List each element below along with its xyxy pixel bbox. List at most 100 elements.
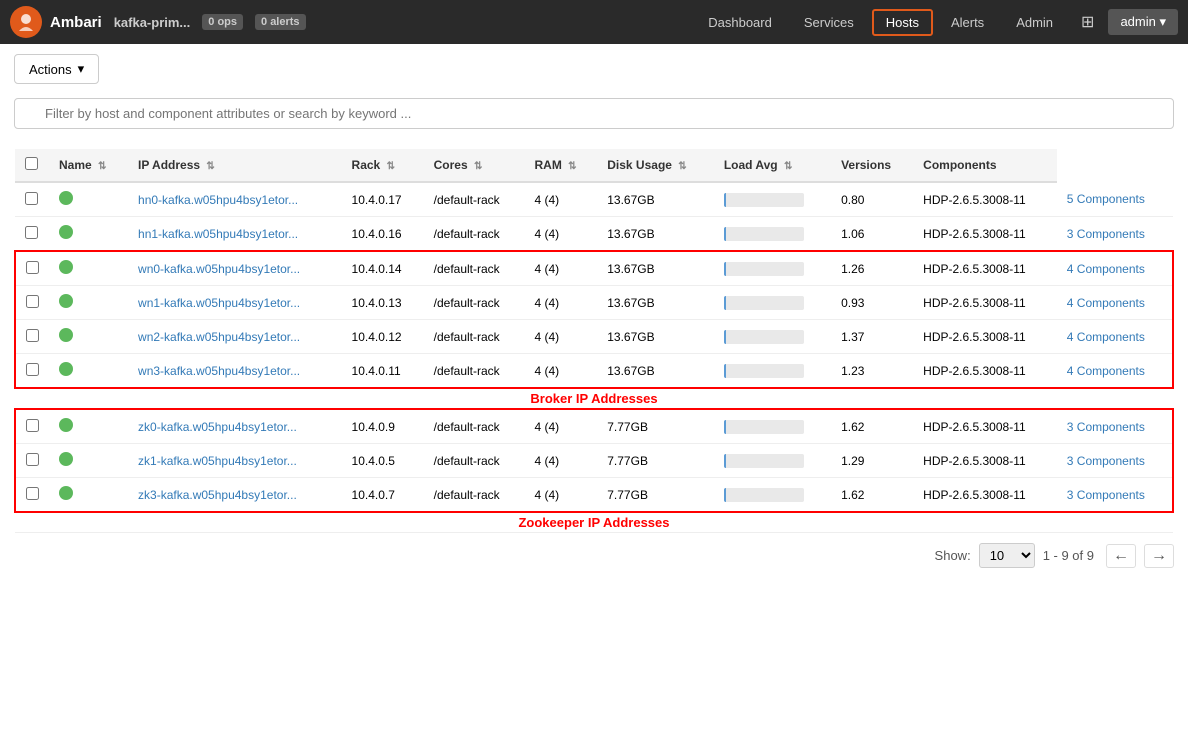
- row-rack-cell: /default-rack: [424, 217, 525, 252]
- row-checkbox[interactable]: [26, 295, 39, 308]
- cores-sort-icon: ⇅: [474, 161, 482, 172]
- nav-services[interactable]: Services: [790, 9, 868, 36]
- status-indicator: [59, 225, 73, 239]
- row-ip-cell: 10.4.0.13: [342, 286, 424, 320]
- status-indicator: [59, 328, 73, 342]
- host-name-link[interactable]: hn0-kafka.w05hpu4bsy1etor...: [138, 193, 298, 207]
- row-cores-cell: 4 (4): [525, 320, 598, 354]
- name-sort-icon: ⇅: [98, 161, 106, 172]
- table-row: wn1-kafka.w05hpu4bsy1etor... 10.4.0.13 /…: [15, 286, 1173, 320]
- col-ip[interactable]: IP Address ⇅: [128, 149, 342, 182]
- row-checkbox[interactable]: [25, 226, 38, 239]
- next-page-button[interactable]: →: [1144, 544, 1174, 568]
- col-rack[interactable]: Rack ⇅: [342, 149, 424, 182]
- col-versions: Versions: [831, 149, 913, 182]
- row-components-cell: 3 Components: [1057, 444, 1173, 478]
- row-load-cell: 0.93: [831, 286, 913, 320]
- components-link[interactable]: 4 Components: [1067, 296, 1145, 310]
- grid-icon[interactable]: ⊞: [1071, 6, 1104, 38]
- col-disk[interactable]: Disk Usage ⇅: [597, 149, 714, 182]
- disk-bar-wrapper: [724, 296, 804, 310]
- row-version-cell: HDP-2.6.5.3008-11: [913, 286, 1057, 320]
- row-load-cell: 0.80: [831, 182, 913, 217]
- row-checkbox-cell: [15, 444, 49, 478]
- select-all-col: [15, 149, 49, 182]
- nav-dashboard[interactable]: Dashboard: [694, 9, 786, 36]
- row-load-cell: 1.26: [831, 251, 913, 286]
- row-ram-cell: 7.77GB: [597, 409, 714, 444]
- host-name-link[interactable]: zk0-kafka.w05hpu4bsy1etor...: [138, 420, 297, 434]
- host-name-link[interactable]: zk1-kafka.w05hpu4bsy1etor...: [138, 454, 297, 468]
- row-ip-cell: 10.4.0.12: [342, 320, 424, 354]
- components-link[interactable]: 3 Components: [1067, 488, 1145, 502]
- row-checkbox[interactable]: [26, 453, 39, 466]
- status-indicator: [59, 191, 73, 205]
- row-name-cell: wn2-kafka.w05hpu4bsy1etor...: [128, 320, 342, 354]
- host-name-link[interactable]: wn1-kafka.w05hpu4bsy1etor...: [138, 296, 300, 310]
- nav-admin[interactable]: Admin: [1002, 9, 1067, 36]
- host-name-link[interactable]: zk3-kafka.w05hpu4bsy1etor...: [138, 488, 297, 502]
- zookeeper-annotation-row: Zookeeper IP Addresses: [15, 512, 1173, 533]
- select-all-checkbox[interactable]: [25, 157, 38, 170]
- components-link[interactable]: 4 Components: [1067, 262, 1145, 276]
- nav-hosts[interactable]: Hosts: [872, 9, 933, 36]
- row-rack-cell: /default-rack: [424, 354, 525, 389]
- table-row: zk3-kafka.w05hpu4bsy1etor... 10.4.0.7 /d…: [15, 478, 1173, 513]
- row-ram-cell: 13.67GB: [597, 217, 714, 252]
- row-checkbox[interactable]: [26, 487, 39, 500]
- table-row: wn0-kafka.w05hpu4bsy1etor... 10.4.0.14 /…: [15, 251, 1173, 286]
- row-disk-cell: [714, 409, 831, 444]
- row-ram-cell: 13.67GB: [597, 354, 714, 389]
- row-checkbox[interactable]: [26, 261, 39, 274]
- components-link[interactable]: 3 Components: [1067, 454, 1145, 468]
- row-ip-cell: 10.4.0.11: [342, 354, 424, 389]
- row-checkbox-cell: [15, 182, 49, 217]
- row-disk-cell: [714, 182, 831, 217]
- brand: Ambari kafka-prim... 0 ops 0 alerts: [10, 6, 306, 38]
- row-disk-cell: [714, 286, 831, 320]
- status-indicator: [59, 452, 73, 466]
- row-checkbox[interactable]: [25, 192, 38, 205]
- row-cores-cell: 4 (4): [525, 217, 598, 252]
- components-link[interactable]: 4 Components: [1067, 330, 1145, 344]
- row-ram-cell: 7.77GB: [597, 478, 714, 513]
- disk-bar-wrapper: [724, 330, 804, 344]
- row-ip-cell: 10.4.0.16: [342, 217, 424, 252]
- row-status-cell: [49, 251, 128, 286]
- nav-alerts[interactable]: Alerts: [937, 9, 998, 36]
- host-name-link[interactable]: wn2-kafka.w05hpu4bsy1etor...: [138, 330, 300, 344]
- dropdown-arrow-icon: ▾: [78, 61, 85, 77]
- row-name-cell: zk3-kafka.w05hpu4bsy1etor...: [128, 478, 342, 513]
- row-version-cell: HDP-2.6.5.3008-11: [913, 320, 1057, 354]
- col-components: Components: [913, 149, 1057, 182]
- host-name-link[interactable]: wn3-kafka.w05hpu4bsy1etor...: [138, 364, 300, 378]
- host-name-link[interactable]: hn1-kafka.w05hpu4bsy1etor...: [138, 227, 298, 241]
- col-load[interactable]: Load Avg ⇅: [714, 149, 831, 182]
- host-name-link[interactable]: wn0-kafka.w05hpu4bsy1etor...: [138, 262, 300, 276]
- actions-button[interactable]: Actions ▾: [14, 54, 99, 84]
- row-ram-cell: 13.67GB: [597, 182, 714, 217]
- col-cores[interactable]: Cores ⇅: [424, 149, 525, 182]
- col-name[interactable]: Name ⇅: [49, 149, 128, 182]
- row-ip-cell: 10.4.0.17: [342, 182, 424, 217]
- table-row: zk1-kafka.w05hpu4bsy1etor... 10.4.0.5 /d…: [15, 444, 1173, 478]
- components-link[interactable]: 4 Components: [1067, 364, 1145, 378]
- ip-sort-icon: ⇅: [206, 161, 214, 172]
- components-link[interactable]: 3 Components: [1067, 420, 1145, 434]
- row-checkbox-cell: [15, 286, 49, 320]
- row-checkbox[interactable]: [26, 363, 39, 376]
- row-checkbox[interactable]: [26, 419, 39, 432]
- col-ram[interactable]: RAM ⇅: [525, 149, 598, 182]
- row-name-cell: hn1-kafka.w05hpu4bsy1etor...: [128, 217, 342, 252]
- row-ram-cell: 7.77GB: [597, 444, 714, 478]
- prev-page-button[interactable]: ←: [1106, 544, 1136, 568]
- search-input[interactable]: [14, 98, 1174, 129]
- row-disk-cell: [714, 354, 831, 389]
- components-link[interactable]: 5 Components: [1067, 192, 1145, 206]
- disk-bar: [724, 296, 726, 310]
- components-link[interactable]: 3 Components: [1067, 227, 1145, 241]
- disk-bar: [724, 193, 726, 207]
- per-page-select[interactable]: 10 25 50 100: [979, 543, 1035, 568]
- user-menu[interactable]: admin ▾: [1108, 9, 1178, 35]
- row-checkbox[interactable]: [26, 329, 39, 342]
